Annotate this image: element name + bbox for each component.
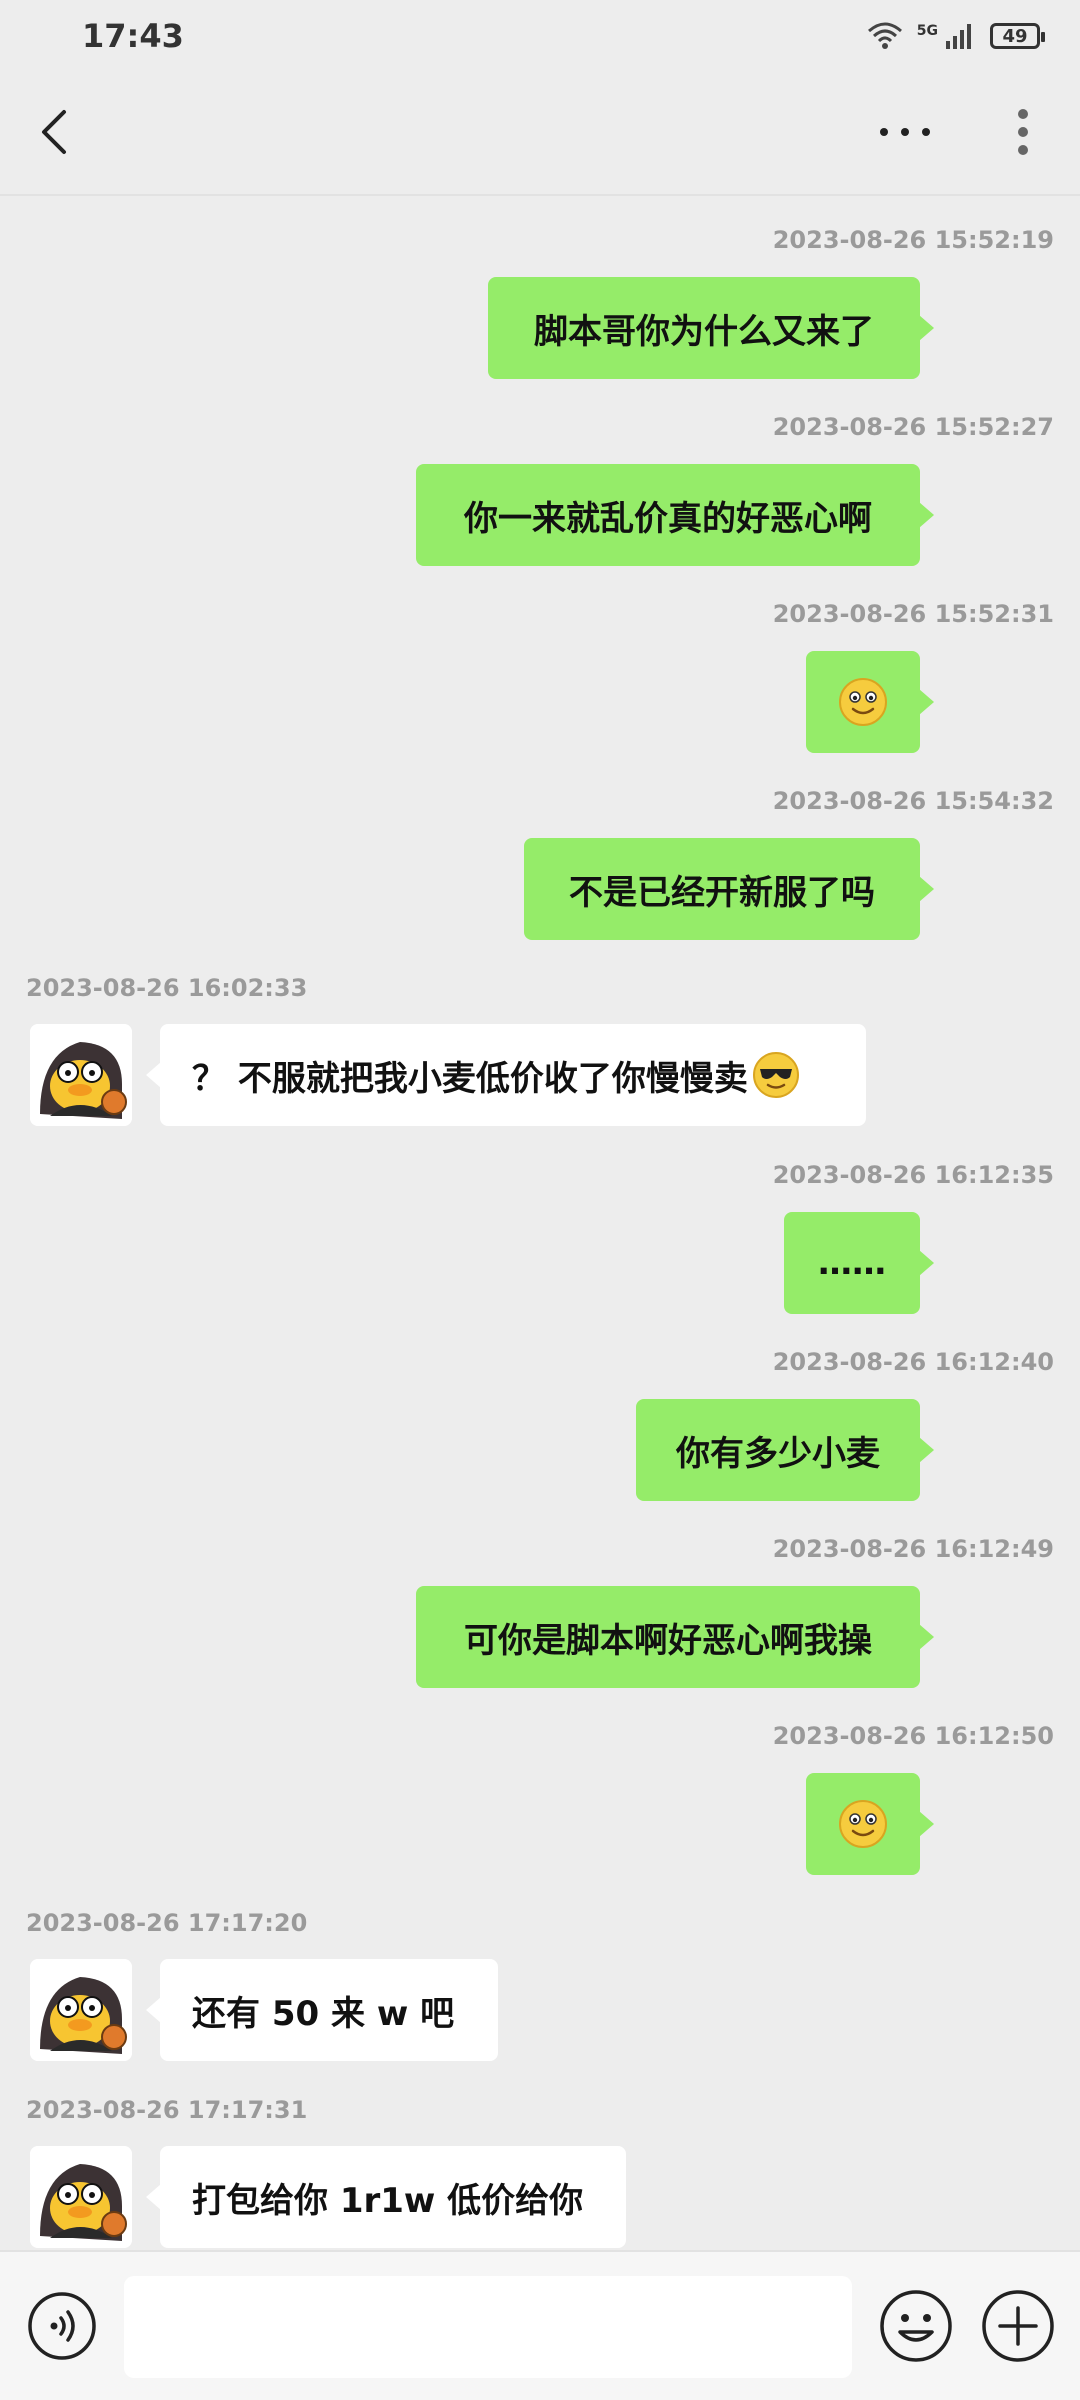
message-timestamp: 2023-08-26 15:54:32 <box>772 787 1054 815</box>
status-icons: 5G 49 <box>867 21 1045 51</box>
chat-header <box>0 72 1080 196</box>
outgoing-message[interactable]: 不是已经开新服了吗 <box>524 838 934 940</box>
smile-emoji-icon <box>839 678 887 726</box>
duck-avatar-icon <box>30 1024 132 1126</box>
message-text: 你有多少小麦 <box>676 1433 880 1474</box>
message-text: 不是已经开新服了吗 <box>569 872 875 913</box>
outgoing-message[interactable] <box>806 651 934 753</box>
battery-level: 49 <box>1002 25 1028 47</box>
message-timestamp: 2023-08-26 16:12:49 <box>772 1535 1054 1563</box>
avatar[interactable] <box>30 1024 132 1126</box>
back-button[interactable] <box>28 102 88 162</box>
more-features-button[interactable] <box>980 2288 1056 2364</box>
avatar[interactable] <box>30 1959 132 2061</box>
message-timestamp: 2023-08-26 16:12:35 <box>772 1161 1054 1189</box>
status-bar: 17:43 5G 49 <box>0 0 1080 72</box>
message-text: 打包给你 1r1w 低价给你 <box>192 2180 584 2221</box>
chevron-left-icon <box>42 110 66 154</box>
more-options-button[interactable] <box>870 102 940 162</box>
battery-icon: 49 <box>990 23 1045 49</box>
emoji-button[interactable] <box>878 2288 954 2364</box>
incoming-message[interactable]: ？ 不服就把我小麦低价收了你慢慢卖 <box>146 1024 866 1126</box>
message-timestamp: 2023-08-26 15:52:27 <box>772 413 1054 441</box>
outgoing-message[interactable]: 可你是脚本啊好恶心啊我操 <box>416 1586 934 1688</box>
network-type: 5G <box>916 23 938 39</box>
message-timestamp: 2023-08-26 16:12:40 <box>772 1348 1054 1376</box>
input-bar <box>0 2250 1080 2400</box>
duck-avatar-icon <box>30 1959 132 2061</box>
message-text: ？ 不服就把我小麦低价收了你慢慢卖 <box>192 1058 748 1099</box>
status-time: 17:43 <box>82 17 184 55</box>
voice-icon <box>28 2292 96 2360</box>
outgoing-message[interactable]: …… <box>784 1212 934 1314</box>
plus-icon <box>982 2290 1054 2362</box>
incoming-message[interactable]: 打包给你 1r1w 低价给你 <box>146 2146 626 2248</box>
message-input[interactable] <box>124 2276 852 2378</box>
message-text: …… <box>818 1243 886 1283</box>
outgoing-message[interactable]: 你一来就乱价真的好恶心啊 <box>416 464 934 566</box>
message-timestamp: 2023-08-26 17:17:20 <box>26 1909 308 1937</box>
avatar[interactable] <box>30 2146 132 2248</box>
outgoing-message[interactable]: 你有多少小麦 <box>636 1399 934 1501</box>
message-text: 还有 50 来 w 吧 <box>192 1993 455 2034</box>
message-timestamp: 2023-08-26 15:52:19 <box>772 226 1054 254</box>
sunglasses-emoji-icon <box>752 1052 799 1098</box>
incoming-message[interactable]: 还有 50 来 w 吧 <box>146 1959 498 2061</box>
message-text: 你一来就乱价真的好恶心啊 <box>464 498 872 539</box>
outgoing-message[interactable] <box>806 1773 934 1875</box>
message-timestamp: 2023-08-26 15:52:31 <box>772 600 1054 628</box>
menu-button[interactable] <box>995 102 1051 162</box>
duck-avatar-icon <box>30 2146 132 2248</box>
voice-button[interactable] <box>26 2290 98 2362</box>
chat-messages[interactable]: 2023-08-26 15:52:19 脚本哥你为什么又来了 2023-08-2… <box>0 198 1080 2250</box>
smile-emoji-icon <box>839 1800 887 1848</box>
more-horizontal-icon <box>880 128 930 136</box>
message-timestamp: 2023-08-26 16:12:50 <box>772 1722 1054 1750</box>
wifi-icon <box>867 22 902 49</box>
message-text: 脚本哥你为什么又来了 <box>534 311 874 352</box>
message-text: 可你是脚本啊好恶心啊我操 <box>464 1620 872 1661</box>
emoji-icon <box>880 2290 952 2362</box>
message-timestamp: 2023-08-26 17:17:31 <box>26 2096 308 2124</box>
signal-icon <box>946 24 971 49</box>
message-timestamp: 2023-08-26 16:02:33 <box>26 974 308 1002</box>
more-vertical-icon <box>1018 109 1028 155</box>
outgoing-message[interactable]: 脚本哥你为什么又来了 <box>488 277 934 379</box>
